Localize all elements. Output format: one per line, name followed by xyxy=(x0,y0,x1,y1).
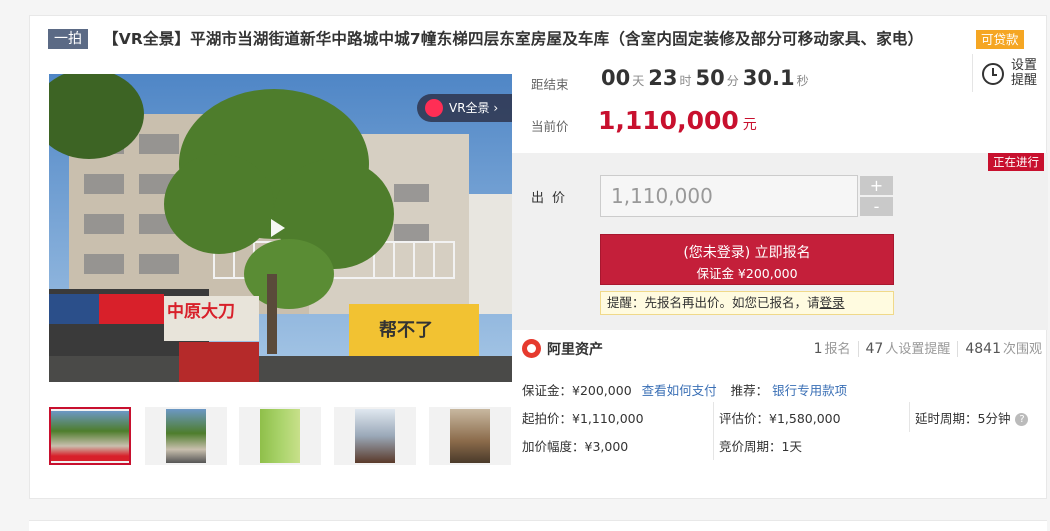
auction-round-tag: 一拍 xyxy=(48,29,88,49)
platform-name: 阿里资产 xyxy=(547,342,603,358)
page-title: 【VR全景】平湖市当湖街道新华中路城中城7幢东梯四层东室房屋及车库（含室内固定装… xyxy=(103,30,924,48)
set-reminder-button[interactable]: 设置 提醒 xyxy=(972,54,1041,92)
days-unit: 天 xyxy=(632,74,645,88)
countdown-days: 00 xyxy=(601,66,631,90)
play-icon[interactable] xyxy=(271,219,285,237)
reminder-count-label: 人设置提醒 xyxy=(885,342,951,357)
main-photo[interactable]: 中原大刀 帮不了 VR全景 › xyxy=(49,74,512,382)
countdown-minutes: 50 xyxy=(695,66,725,90)
reminder-label: 设置 提醒 xyxy=(1011,58,1041,88)
thumbnail-4[interactable] xyxy=(334,407,416,465)
signup-deposit-label: 保证金 ¥200,000 xyxy=(696,266,798,281)
price-amount: 1,110,000 xyxy=(598,106,739,135)
bid-amount-input[interactable]: 1,110,000 xyxy=(600,175,858,217)
vr-label: VR全景 xyxy=(449,101,490,115)
thumbnail-strip xyxy=(49,407,519,467)
bank-payment-link[interactable]: 银行专用款项 xyxy=(772,383,847,398)
countdown-seconds: 30.1 xyxy=(742,66,795,90)
price-label: 当前价 xyxy=(531,119,569,134)
hint-text: 提醒：先报名再出价。如您已报名，请 xyxy=(607,295,820,310)
thumbnail-3[interactable] xyxy=(239,407,321,465)
delay-period-text: 延时周期：5分钟 xyxy=(915,411,1011,426)
auction-stats: 1 报名 47 人设置提醒 4841 次围观 xyxy=(814,338,1042,357)
next-section xyxy=(29,520,1047,531)
divider xyxy=(909,402,910,432)
decrease-bid-button[interactable]: - xyxy=(860,197,893,216)
how-to-pay-link[interactable]: 查看如何支付 xyxy=(642,383,717,398)
delay-period: 延时周期：5分钟? xyxy=(915,408,1029,427)
signup-button-label: (您未登录) 立即报名 xyxy=(683,245,811,261)
divider xyxy=(857,341,859,357)
signup-button[interactable]: (您未登录) 立即报名 保证金 ¥200,000 xyxy=(600,234,894,285)
price-unit: 元 xyxy=(742,117,757,133)
appraisal-price: 评估价：¥1,580,000 xyxy=(719,411,841,426)
reminder-label-line1: 设置 xyxy=(1011,58,1038,73)
seconds-unit: 秒 xyxy=(796,74,809,88)
signup-count: 1 xyxy=(813,341,823,357)
countdown-label: 距结束 xyxy=(531,77,569,92)
reminder-count: 47 xyxy=(865,341,884,357)
signup-count-label: 报名 xyxy=(824,342,851,357)
bid-panel: 正在进行 出价 1,110,000 + - (您未登录) 立即报名 保证金 ¥2… xyxy=(512,153,1048,330)
reminder-label-line2: 提醒 xyxy=(1011,73,1038,88)
divider xyxy=(957,341,959,357)
login-hint: 提醒：先报名再出价。如您已报名，请登录 xyxy=(600,291,894,315)
countdown-timer: 00 天 23 时 50 分 30.1 秒 xyxy=(601,66,813,90)
view-count: 4841 xyxy=(965,341,1001,357)
divider xyxy=(713,402,714,460)
auction-card: 一拍 【VR全景】平湖市当湖街道新华中路城中城7幢东梯四层东室房屋及车库（含室内… xyxy=(29,15,1048,499)
hours-unit: 时 xyxy=(679,74,692,88)
deposit-text: 保证金：¥200,000 xyxy=(522,383,632,398)
minutes-unit: 分 xyxy=(726,74,739,88)
bid-period: 竞价周期：1天 xyxy=(719,439,802,454)
vr-icon xyxy=(425,98,443,117)
price-value: 1,110,000 元 xyxy=(598,106,757,135)
status-badge: 正在进行 xyxy=(988,153,1044,171)
countdown: 距结束 00 天 23 时 50 分 30.1 秒 xyxy=(531,66,981,96)
platform-row: 阿里资产 1 报名 47 人设置提醒 4841 次围观 xyxy=(522,336,1042,364)
bid-label: 出价 xyxy=(531,191,574,206)
shop-sign-1: 中原大刀 xyxy=(167,301,235,322)
alarm-clock-icon xyxy=(982,63,1004,85)
thumbnail-5[interactable] xyxy=(429,407,511,465)
vr-tour-button[interactable]: VR全景 › xyxy=(417,94,512,122)
countdown-hours: 23 xyxy=(648,66,678,90)
shop-sign-2: 帮不了 xyxy=(379,319,433,341)
thumbnail-2[interactable] xyxy=(145,407,227,465)
title-row: 一拍 【VR全景】平湖市当湖街道新华中路城中城7幢东梯四层东室房屋及车库（含室内… xyxy=(48,27,1048,53)
start-price: 起拍价：¥1,110,000 xyxy=(522,411,644,426)
login-link[interactable]: 登录 xyxy=(820,295,845,310)
bid-increment: 加价幅度：¥3,000 xyxy=(522,439,629,454)
recommend-label: 推荐： xyxy=(730,383,769,398)
thumbnail-1[interactable] xyxy=(49,407,131,465)
increase-bid-button[interactable]: + xyxy=(860,176,893,195)
loan-badge[interactable]: 可贷款 xyxy=(976,30,1024,49)
help-icon[interactable]: ? xyxy=(1015,413,1029,426)
view-count-label: 次围观 xyxy=(1002,342,1042,357)
deposit-info: 保证金：¥200,000 查看如何支付 推荐： 银行专用款项 xyxy=(522,380,847,399)
ali-assets-logo-icon xyxy=(522,339,541,358)
